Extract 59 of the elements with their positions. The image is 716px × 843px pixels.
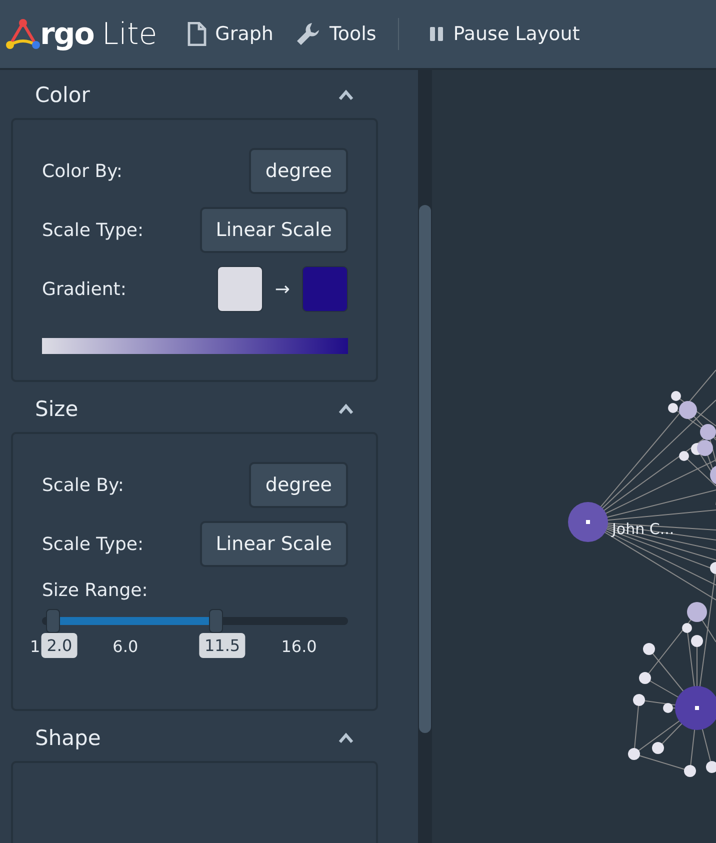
scrollbar-thumb[interactable] xyxy=(419,205,431,733)
section-title: Size xyxy=(35,397,78,421)
dropdown-button[interactable]: degree xyxy=(249,462,348,508)
graph-node[interactable] xyxy=(671,391,681,401)
section-title: Shape xyxy=(35,726,101,750)
field-label: Scale Type: xyxy=(42,534,144,554)
dropdown-button[interactable]: Linear Scale xyxy=(200,521,348,567)
toolbar-button[interactable]: Tools xyxy=(287,15,384,53)
wrench-icon xyxy=(295,21,322,47)
graph-node[interactable] xyxy=(643,643,655,655)
document-icon xyxy=(187,22,208,46)
toolbar-button[interactable]: Pause Layout xyxy=(421,17,588,51)
dropdown-button[interactable]: degree xyxy=(249,148,348,194)
arrow-text: → xyxy=(274,278,290,300)
graph-node[interactable] xyxy=(568,502,608,542)
chevron-icon[interactable] xyxy=(338,403,354,415)
slider-handle[interactable] xyxy=(208,609,222,633)
chevron-icon[interactable] xyxy=(338,89,354,101)
color-swatch[interactable] xyxy=(302,266,348,312)
graph-node[interactable] xyxy=(710,465,716,485)
graph-node[interactable] xyxy=(633,694,645,706)
graph-node[interactable] xyxy=(682,623,692,633)
graph-node[interactable] xyxy=(675,686,716,730)
node-label: John C... xyxy=(612,520,674,538)
graph-node[interactable] xyxy=(639,672,651,684)
logo-text: Lite xyxy=(102,16,158,52)
color-swatch[interactable] xyxy=(216,266,263,312)
dropdown-button[interactable]: Linear Scale xyxy=(200,207,348,253)
chevron-icon[interactable] xyxy=(338,732,354,744)
field-label: Scale Type: xyxy=(42,220,144,240)
logo-text: rgo xyxy=(40,16,94,52)
graph-node[interactable] xyxy=(710,562,716,574)
graph-node[interactable] xyxy=(706,761,716,773)
logo-icon xyxy=(6,17,40,51)
graph-node[interactable] xyxy=(679,451,689,461)
graph-node[interactable] xyxy=(628,748,640,760)
graph-node[interactable] xyxy=(684,765,696,777)
graph-node[interactable] xyxy=(691,635,703,647)
tick-label: 6.0 xyxy=(112,637,138,656)
value-tooltip: 11.5 xyxy=(199,633,246,658)
field-label: Scale By: xyxy=(42,474,124,496)
graph-node[interactable] xyxy=(663,703,673,713)
field-label: Gradient: xyxy=(42,278,126,300)
graph-node[interactable] xyxy=(652,742,664,754)
slider-handle[interactable] xyxy=(46,609,60,633)
graph-node[interactable] xyxy=(668,403,678,413)
tick-label: 1 xyxy=(30,637,40,656)
graph-node[interactable] xyxy=(687,602,707,622)
toolbar-button[interactable]: Graph xyxy=(179,16,282,52)
section-title: Color xyxy=(35,83,90,107)
field-label: Size Range: xyxy=(42,580,149,601)
field-label: Color By: xyxy=(42,160,122,182)
graph-node[interactable] xyxy=(700,424,716,440)
range-slider[interactable] xyxy=(42,609,348,633)
value-tooltip: 2.0 xyxy=(42,633,78,658)
tick-label: 16.0 xyxy=(281,637,317,656)
pause-icon xyxy=(429,25,446,43)
graph-node[interactable] xyxy=(679,401,697,419)
graph-node[interactable] xyxy=(697,440,713,456)
